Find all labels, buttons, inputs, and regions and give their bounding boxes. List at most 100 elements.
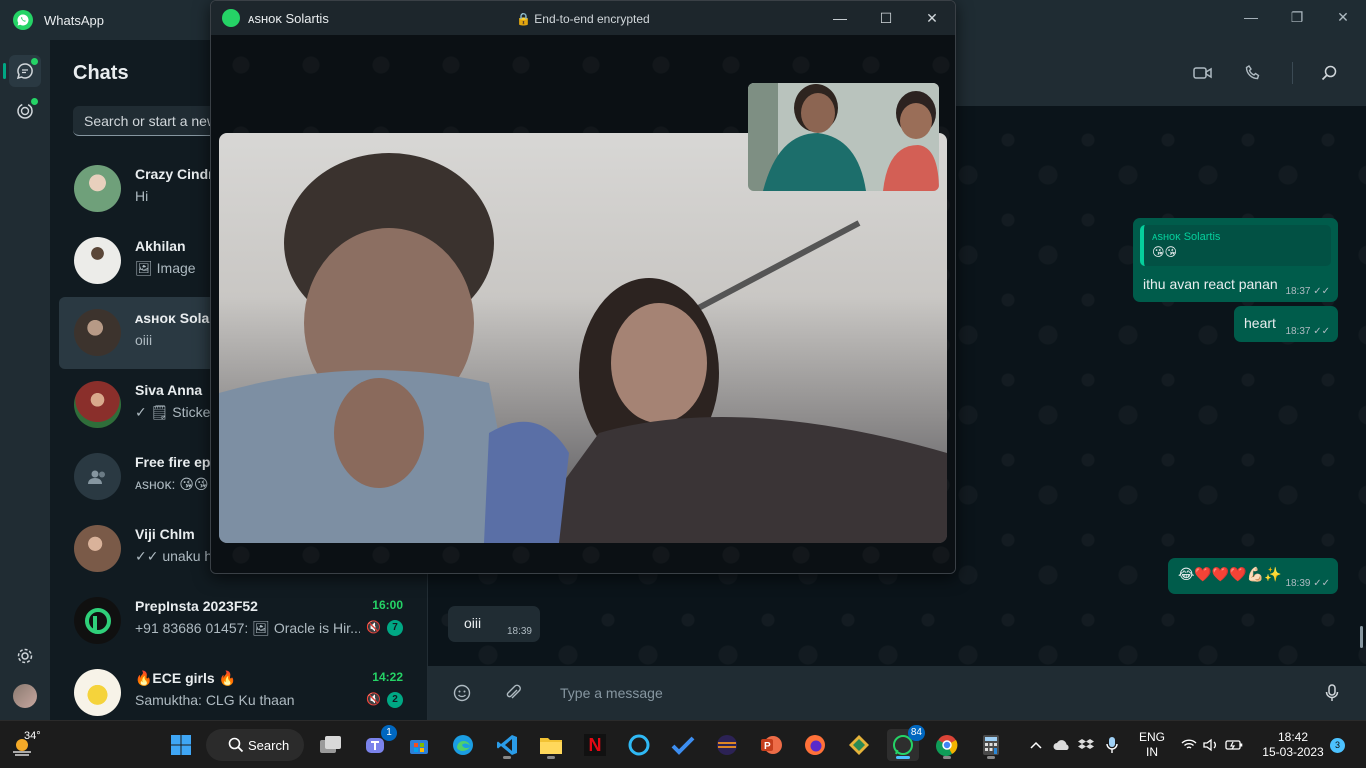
chat-item-ece-girls[interactable]: 🔥ECE girls 🔥 Samuktha: CLG Ku thaan 14:2… xyxy=(59,657,419,720)
quoted-message[interactable]: ᴀsʜᴏᴋ Solartis 😘😘 xyxy=(1140,225,1331,266)
call-contact-name: ᴀsʜᴏᴋ Solartis xyxy=(248,11,329,26)
profile-button[interactable] xyxy=(9,680,41,712)
quick-settings-button[interactable] xyxy=(1176,729,1248,761)
window-controls: — ❐ ✕ xyxy=(1228,0,1366,34)
emoji-button[interactable] xyxy=(451,682,473,704)
chat-preview: Samuktha: CLG Ku thaan xyxy=(135,692,295,708)
dropbox-icon xyxy=(1078,739,1094,749)
volume-icon xyxy=(1203,738,1216,752)
taskbar-search[interactable]: Search xyxy=(206,729,304,761)
close-button[interactable]: ✕ xyxy=(1320,0,1366,34)
scrollbar-thumb[interactable] xyxy=(1360,626,1363,648)
weather-widget[interactable]: 34° xyxy=(10,729,46,761)
start-button[interactable] xyxy=(165,729,197,761)
message-out-emojis[interactable]: 😂❤️❤️❤️💪🏻✨ 18:39 ✓✓ xyxy=(1168,558,1338,594)
unread-badge: 7 xyxy=(387,620,403,636)
message-out-reply[interactable]: ᴀsʜᴏᴋ Solartis 😘😘 ithu avan react panan … xyxy=(1133,218,1338,302)
prepinsta-logo-icon xyxy=(84,607,111,634)
chat-item-prepinsta[interactable]: PrepInsta 2023F52 +91 83686 01457: 🖼 Ora… xyxy=(59,585,419,657)
clock[interactable]: 18:42 15-03-2023 xyxy=(1256,730,1330,760)
chat-preview: ✓ 🗒 Sticker xyxy=(135,404,216,420)
running-indicator xyxy=(896,756,910,759)
cortana-button[interactable] xyxy=(623,729,655,761)
attach-button[interactable] xyxy=(502,682,524,704)
microsoft-store-button[interactable] xyxy=(403,729,435,761)
chats-nav-button[interactable] xyxy=(9,55,41,87)
avatar xyxy=(74,381,121,428)
running-indicator xyxy=(987,756,995,759)
notification-badge[interactable]: 3 xyxy=(1330,738,1345,753)
vscode-button[interactable] xyxy=(491,729,523,761)
search-in-chat-button[interactable] xyxy=(1318,62,1340,84)
video-call-window: ᴀsʜᴏᴋ Solartis 🔒 End-to-end encrypted — … xyxy=(210,0,956,574)
cloud-icon xyxy=(1053,740,1069,750)
restore-button[interactable]: ❐ xyxy=(1274,0,1320,34)
unread-dot xyxy=(31,58,38,65)
active-indicator xyxy=(3,63,6,79)
message-in-oiii[interactable]: oiii 18:39 xyxy=(448,606,540,642)
search-icon xyxy=(228,737,244,753)
input-language[interactable]: ENG IN xyxy=(1136,730,1168,760)
chat-name: 🔥ECE girls 🔥 xyxy=(135,670,236,686)
netflix-button[interactable]: N xyxy=(579,729,611,761)
powerpoint-icon: P xyxy=(761,736,782,754)
running-indicator xyxy=(943,756,951,759)
todo-button[interactable] xyxy=(667,729,699,761)
microphone-tray-button[interactable] xyxy=(1100,729,1124,761)
edge-browser-button[interactable] xyxy=(447,729,479,761)
call-minimize-button[interactable]: — xyxy=(817,1,863,35)
microphone-icon xyxy=(1325,684,1339,701)
paperclip-icon xyxy=(506,684,521,699)
chat-name: Siva Anna xyxy=(135,382,203,398)
windows-logo-icon xyxy=(171,735,191,755)
message-text: 😂❤️❤️❤️💪🏻✨ xyxy=(1178,566,1282,582)
battery-icon xyxy=(1225,740,1243,750)
whatsapp-taskbar-button[interactable]: 84 xyxy=(887,725,925,761)
message-out-heart[interactable]: heart 18:37 ✓✓ xyxy=(1234,306,1338,342)
call-maximize-button[interactable]: ☐ xyxy=(863,1,909,35)
chrome-icon xyxy=(936,735,958,756)
message-input[interactable]: Type a message xyxy=(560,685,663,701)
eclipse-button[interactable] xyxy=(711,729,743,761)
voice-message-button[interactable] xyxy=(1321,682,1343,704)
chat-preview: Hi xyxy=(135,188,149,204)
task-view-icon xyxy=(320,736,341,753)
chat-preview: ᴀsʜᴏᴋ: 😘😘 xyxy=(135,476,209,492)
task-view-button[interactable] xyxy=(315,729,347,761)
whatsapp-logo-icon xyxy=(222,9,240,27)
avatar xyxy=(74,669,121,716)
chrome-button[interactable] xyxy=(931,729,963,761)
message-time: 18:39 xyxy=(506,626,532,637)
chat-name: PrepInsta 2023F52 xyxy=(135,598,258,614)
vscode-icon xyxy=(497,735,517,755)
settings-button[interactable] xyxy=(9,640,41,672)
powerpoint-button[interactable]: P xyxy=(755,729,787,761)
snipping-tool-button[interactable] xyxy=(843,729,875,761)
self-video-preview xyxy=(748,83,939,191)
calculator-button[interactable] xyxy=(975,729,1007,761)
teams-chat-button[interactable]: 1 xyxy=(359,725,397,761)
status-nav-button[interactable] xyxy=(9,95,41,127)
wifi-icon xyxy=(1181,739,1197,749)
gear-icon xyxy=(17,648,33,664)
chat-time: 16:00 xyxy=(372,598,403,612)
running-indicator xyxy=(547,756,555,759)
file-explorer-button[interactable] xyxy=(535,729,567,761)
voice-call-button[interactable] xyxy=(1242,62,1264,84)
message-text: oiii xyxy=(464,615,482,631)
calculator-icon xyxy=(983,735,999,755)
firefox-button[interactable] xyxy=(799,729,831,761)
message-time: 18:37 ✓✓ xyxy=(1285,326,1330,337)
navigation-rail xyxy=(0,40,50,720)
message-time: 18:39 ✓✓ xyxy=(1285,578,1330,589)
remote-video-image xyxy=(219,153,947,543)
onedrive-tray-button[interactable] xyxy=(1050,729,1074,761)
minimize-button[interactable]: — xyxy=(1228,0,1274,34)
video-call-button[interactable] xyxy=(1192,62,1214,84)
show-hidden-icons-button[interactable] xyxy=(1024,729,1048,761)
dropbox-tray-button[interactable] xyxy=(1074,729,1098,761)
chat-name: Viji Chlm xyxy=(135,526,195,542)
store-icon xyxy=(410,740,428,754)
call-close-button[interactable]: ✕ xyxy=(909,1,955,35)
chat-preview: oiii xyxy=(135,332,153,348)
